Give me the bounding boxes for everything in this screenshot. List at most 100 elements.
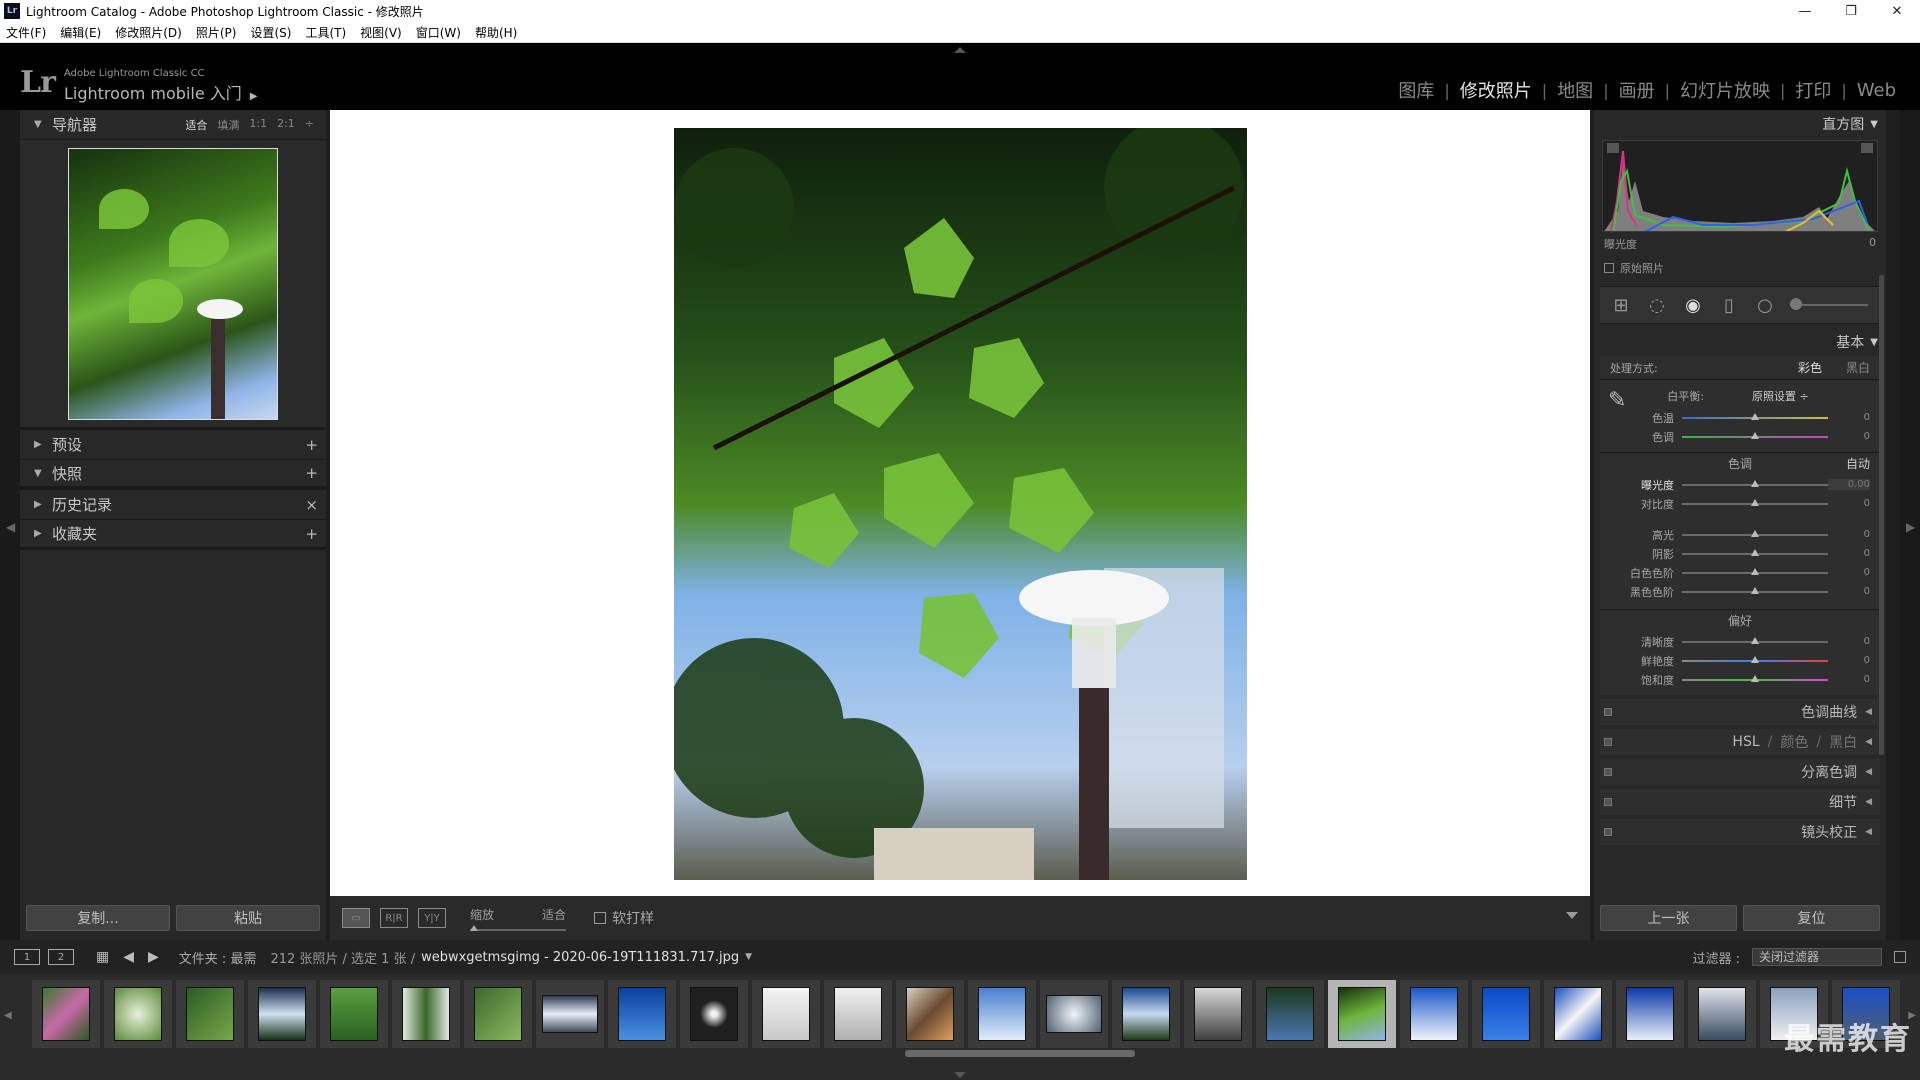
filmstrip-left-icon[interactable]: ◀ [4,1010,12,1021]
filmstrip-thumb[interactable] [1688,980,1756,1048]
copy-button[interactable]: 复制... [26,905,170,931]
clarity-slider-knob[interactable] [1751,636,1759,644]
panel-switch-icon[interactable] [1604,828,1612,836]
filmstrip-thumb[interactable] [32,980,100,1048]
contrast-slider-knob[interactable] [1751,498,1759,506]
before-after-lr-button[interactable]: R|R [380,908,408,928]
wb-preset-dropdown[interactable]: 原照设置 ÷ [1752,388,1809,404]
menu-view[interactable]: 视图(V) [360,24,402,41]
saturation-value[interactable]: 0 [1828,674,1870,685]
navigator-header[interactable]: ▼ 导航器 适合 填满 1:1 2:1 ÷ [20,110,326,140]
original-photo-checkbox[interactable] [1604,263,1614,273]
contrast-value[interactable]: 0 [1828,498,1870,509]
menu-file[interactable]: 文件(F) [6,24,46,41]
filmstrip-thumb[interactable] [464,980,532,1048]
before-after-tb-button[interactable]: Y|Y [418,908,446,928]
clarity-slider[interactable] [1682,636,1828,644]
filmstrip-thumb[interactable] [1472,980,1540,1048]
menu-develop[interactable]: 修改照片(D) [115,24,182,41]
photo-canvas[interactable] [330,110,1590,896]
filmstrip-thumb[interactable] [1616,980,1684,1048]
left-panel-toggle-icon[interactable]: ◀ [6,520,15,534]
vibrance-slider[interactable] [1682,655,1828,663]
zoom-control[interactable]: 缩放 适合 [470,906,566,931]
filter-lock-icon[interactable] [1894,951,1906,963]
presets-header[interactable]: ▶ 预设 + [20,430,326,460]
right-panel-edge[interactable]: ▶ [1900,110,1920,940]
menu-tools[interactable]: 工具(T) [305,24,346,41]
menu-edit[interactable]: 编辑(E) [60,24,101,41]
filmstrip-thumb[interactable] [320,980,388,1048]
bw-tab[interactable]: 黑白 [1829,732,1857,752]
temp-value[interactable]: 0 [1828,412,1870,423]
tone-auto-button[interactable]: 自动 [1846,453,1870,475]
filmstrip-thumb[interactable] [392,980,460,1048]
saturation-slider-knob[interactable] [1751,674,1759,682]
whites-slider-knob[interactable] [1751,567,1759,575]
histogram-graph[interactable] [1602,140,1878,232]
add-preset-icon[interactable]: + [305,436,318,454]
module-map[interactable]: 地图 [1547,77,1603,103]
zoom-fill[interactable]: 填满 [217,117,239,133]
filename-dropdown-icon[interactable]: ▼ [745,952,752,962]
module-library[interactable]: 图库 [1388,77,1444,103]
whites-slider[interactable] [1682,567,1828,575]
hsl-header[interactable]: HSL / 颜色 / 黑白 ◀ [1600,729,1880,755]
vibrance-value[interactable]: 0 [1828,655,1870,666]
highlights-slider[interactable] [1682,529,1828,537]
brush-slider-knob[interactable] [1790,298,1802,310]
treatment-bw-button[interactable]: 黑白 [1846,359,1870,376]
window-2-button[interactable]: 2 [48,949,74,965]
zoom-slider[interactable] [470,924,566,931]
filmstrip-scrollbar[interactable] [905,1050,1135,1057]
zoom-slider-knob[interactable] [470,924,478,931]
add-collection-icon[interactable]: + [305,525,318,543]
grid-view-icon[interactable]: ▦ [96,949,109,965]
tint-value[interactable]: 0 [1828,431,1870,442]
blacks-slider-knob[interactable] [1751,586,1759,594]
zoom-fit[interactable]: 适合 [185,117,207,133]
filmstrip-thumb[interactable] [248,980,316,1048]
eyedropper-icon[interactable]: ✎ [1608,388,1626,413]
whites-value[interactable]: 0 [1828,567,1870,578]
module-book[interactable]: 画册 [1609,77,1665,103]
zoom-2-1[interactable]: 2:1 [277,117,295,133]
filmstrip-thumb[interactable] [824,980,892,1048]
contrast-slider[interactable] [1682,498,1828,506]
detail-header[interactable]: 细节 ◀ [1600,789,1880,815]
back-arrow-icon[interactable]: ◀ [123,949,134,965]
original-photo-row[interactable]: 原始照片 [1604,260,1876,276]
tint-slider-knob[interactable] [1751,431,1759,439]
module-develop[interactable]: 修改照片 [1450,77,1542,103]
shadows-slider[interactable] [1682,548,1828,556]
clear-history-icon[interactable]: × [305,496,318,514]
filmstrip-thumb[interactable] [1256,980,1324,1048]
navigator-preview[interactable] [20,140,326,430]
filmstrip-thumb[interactable] [680,980,748,1048]
crop-tool-icon[interactable]: ⊞ [1610,295,1632,316]
close-button[interactable]: ✕ [1874,0,1920,22]
exposure-value[interactable]: 0.00 [1828,479,1870,490]
add-snapshot-icon[interactable]: + [305,464,318,482]
collapse-top-icon[interactable] [954,47,966,53]
right-panel-scrollbar[interactable] [1879,275,1884,755]
collections-header[interactable]: ▶ 收藏夹 + [20,520,326,550]
filmstrip-thumb[interactable] [1544,980,1612,1048]
radial-filter-icon[interactable]: ○ [1754,295,1776,316]
color-tab[interactable]: 颜色 [1780,732,1808,752]
main-photo[interactable] [674,128,1247,880]
vibrance-slider-knob[interactable] [1751,655,1759,663]
shadows-value[interactable]: 0 [1828,548,1870,559]
filmstrip-thumb[interactable] [1400,980,1468,1048]
softproof-checkbox[interactable] [594,912,606,924]
panel-switch-icon[interactable] [1604,798,1612,806]
previous-button[interactable]: 上一张 [1600,905,1737,931]
history-header[interactable]: ▶ 历史记录 × [20,490,326,520]
filmstrip-thumb[interactable] [1112,980,1180,1048]
filmstrip-thumb[interactable] [1040,980,1108,1048]
maximize-button[interactable]: ❐ [1828,0,1874,22]
red-eye-icon[interactable]: ◉ [1682,295,1704,316]
folder-source[interactable]: 文件夹 : 最需 [179,948,257,967]
current-filename[interactable]: webwxgetmsgimg - 2020-06-19T111831.717.j… [421,950,739,965]
snapshots-header[interactable]: ▼ 快照 + [20,460,326,490]
